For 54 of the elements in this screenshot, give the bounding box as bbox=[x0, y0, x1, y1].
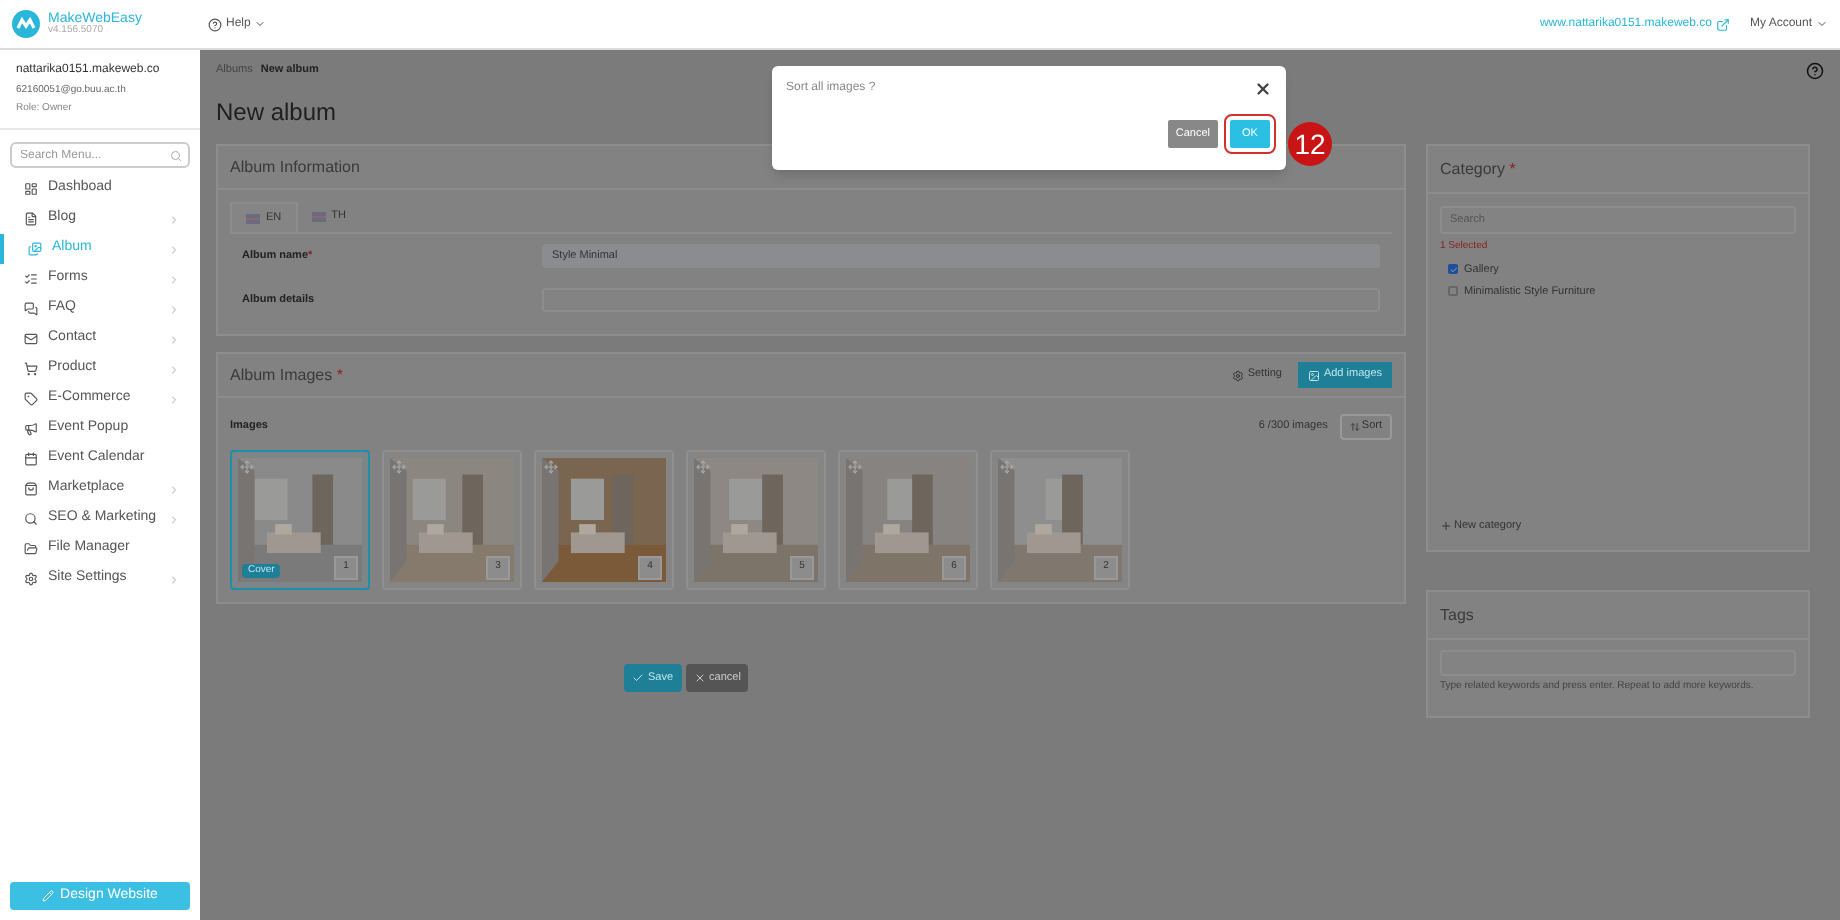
menu-item-icon bbox=[24, 272, 38, 286]
menu-item-icon bbox=[24, 572, 38, 586]
panel-title: Album Images * bbox=[230, 363, 343, 387]
flag-icon bbox=[311, 212, 326, 222]
menu-item-icon bbox=[24, 452, 38, 466]
menu-item-icon bbox=[24, 182, 38, 196]
chevron-icon bbox=[168, 363, 180, 375]
panel-title: Tags bbox=[1440, 603, 1474, 627]
close-icon bbox=[693, 672, 706, 684]
search-icon bbox=[170, 149, 182, 161]
drag-handle-icon[interactable] bbox=[848, 460, 862, 474]
help-icon bbox=[208, 17, 222, 31]
drag-handle-icon[interactable] bbox=[392, 460, 406, 474]
menu-item-icon bbox=[24, 512, 38, 526]
menu-item-icon bbox=[28, 242, 42, 256]
chevron-icon bbox=[168, 213, 180, 225]
close-icon[interactable] bbox=[1254, 80, 1272, 98]
menu-item-icon bbox=[24, 332, 38, 346]
image-icon bbox=[1307, 369, 1320, 381]
drag-handle-icon[interactable] bbox=[696, 460, 710, 474]
panel-title: Category * bbox=[1440, 157, 1516, 181]
menu-item-icon bbox=[24, 212, 38, 226]
drag-handle-icon[interactable] bbox=[544, 460, 558, 474]
chevron-icon bbox=[168, 303, 180, 315]
pencil-icon bbox=[42, 890, 55, 902]
logo-icon bbox=[12, 10, 40, 38]
chevron-icon bbox=[168, 573, 180, 585]
menu-item-icon bbox=[24, 302, 38, 316]
drag-handle-icon[interactable] bbox=[1000, 460, 1014, 474]
chevron-icon bbox=[168, 273, 180, 285]
drag-handle-icon[interactable] bbox=[240, 460, 254, 474]
caret-icon bbox=[254, 18, 267, 30]
gear-icon bbox=[1231, 369, 1244, 381]
sort-icon bbox=[1349, 421, 1360, 431]
chevron-icon bbox=[168, 243, 180, 255]
external-link-icon bbox=[1715, 17, 1730, 31]
check-icon bbox=[632, 672, 644, 684]
menu-item-icon bbox=[24, 422, 38, 436]
menu-item-icon bbox=[24, 362, 38, 376]
help-icon[interactable] bbox=[1806, 61, 1824, 79]
chevron-icon bbox=[168, 393, 180, 405]
panel-title: Album Information bbox=[230, 155, 360, 179]
category-checkbox[interactable] bbox=[1448, 286, 1458, 297]
plus-icon bbox=[1440, 519, 1452, 532]
menu-item-icon bbox=[24, 392, 38, 406]
step-badge: 12 bbox=[1288, 122, 1332, 166]
caret-icon bbox=[1816, 18, 1828, 30]
page-title: New album bbox=[216, 96, 337, 130]
chevron-icon bbox=[168, 513, 180, 525]
chevron-icon bbox=[168, 333, 180, 345]
flag-icon bbox=[246, 213, 260, 223]
chevron-icon bbox=[168, 483, 180, 495]
menu-item-icon bbox=[24, 542, 38, 556]
menu-item-icon bbox=[24, 482, 38, 496]
